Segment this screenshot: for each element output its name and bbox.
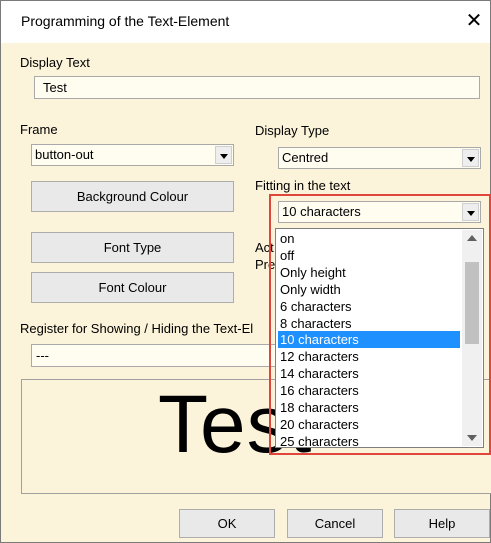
chevron-down-icon[interactable] xyxy=(462,149,479,167)
help-button[interactable]: Help xyxy=(394,509,490,538)
dropdown-option[interactable]: Only width xyxy=(278,281,460,298)
dropdown-option[interactable]: off xyxy=(278,247,460,264)
display-type-selected-value: Centred xyxy=(282,150,329,165)
fitting-select[interactable]: 10 characters xyxy=(278,201,481,223)
chevron-down-icon[interactable] xyxy=(462,203,479,221)
dropdown-option[interactable]: 12 characters xyxy=(278,348,460,365)
register-value: --- xyxy=(36,348,49,363)
fitting-dropdown-list[interactable]: on off Only height Only width 6 characters 8 … xyxy=(275,228,484,448)
display-text-label: Display Text xyxy=(20,55,90,70)
dropdown-option[interactable]: 14 characters xyxy=(278,365,460,382)
dropdown-option[interactable]: Only height xyxy=(278,264,460,281)
close-icon[interactable]: ✕ xyxy=(463,10,485,32)
fitting-selected-value: 10 characters xyxy=(282,204,361,219)
fitting-label: Fitting in the text xyxy=(255,178,351,193)
dropdown-option[interactable]: 25 characters xyxy=(278,433,460,447)
scroll-down-icon[interactable] xyxy=(462,430,482,446)
dropdown-option[interactable]: 20 characters xyxy=(278,416,460,433)
dropdown-scrollbar[interactable] xyxy=(462,230,482,446)
dropdown-option[interactable]: 16 characters xyxy=(278,382,460,399)
dropdown-option[interactable]: 6 characters xyxy=(278,298,460,315)
register-input[interactable]: --- xyxy=(31,344,276,367)
title-bar: Programming of the Text-Element ✕ xyxy=(1,1,490,43)
dropdown-option[interactable]: 10 characters xyxy=(278,331,460,349)
scroll-up-icon[interactable] xyxy=(462,230,482,246)
window-title: Programming of the Text-Element xyxy=(21,13,230,29)
frame-label: Frame xyxy=(20,122,58,137)
display-text-value: Test xyxy=(43,80,67,95)
dropdown-option[interactable]: 18 characters xyxy=(278,399,460,416)
cancel-button[interactable]: Cancel xyxy=(287,509,383,538)
chevron-down-icon[interactable] xyxy=(215,146,232,164)
frame-selected-value: button-out xyxy=(35,147,94,162)
display-text-input[interactable]: Test xyxy=(34,76,480,99)
font-type-button[interactable]: Font Type xyxy=(31,232,234,263)
background-colour-button[interactable]: Background Colour xyxy=(31,181,234,212)
dropdown-option[interactable]: 8 characters xyxy=(278,315,460,332)
display-type-select[interactable]: Centred xyxy=(278,147,481,169)
display-type-label: Display Type xyxy=(255,123,330,138)
ok-button[interactable]: OK xyxy=(179,509,275,538)
scrollbar-thumb[interactable] xyxy=(465,261,479,344)
register-label: Register for Showing / Hiding the Text-E… xyxy=(20,321,254,336)
font-colour-button[interactable]: Font Colour xyxy=(31,272,234,303)
partial-label-pre: Pre xyxy=(255,257,276,272)
frame-select[interactable]: button-out xyxy=(31,144,234,166)
dropdown-option[interactable]: on xyxy=(278,230,460,247)
partial-label-act: Act xyxy=(255,240,274,255)
